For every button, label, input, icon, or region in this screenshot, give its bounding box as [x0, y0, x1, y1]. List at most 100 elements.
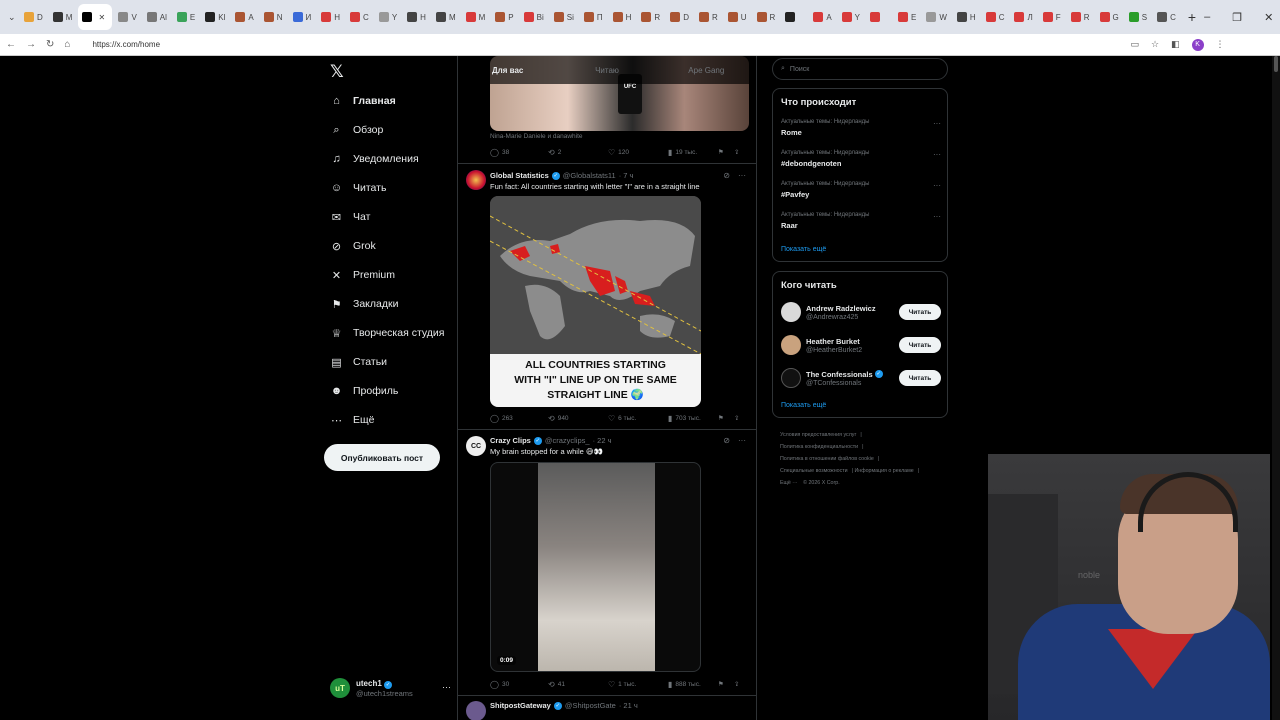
views-button[interactable]: ▮ 19 тыс.	[668, 148, 718, 157]
more-icon[interactable]: ···	[933, 119, 941, 128]
browser-tab[interactable]: M	[432, 4, 460, 30]
browser-tab[interactable]: Л	[1010, 4, 1036, 30]
browser-tab[interactable]: R	[695, 4, 722, 30]
more-icon[interactable]: ···	[933, 181, 941, 190]
share-icon[interactable]: ⇪	[734, 148, 739, 156]
repost-button[interactable]: ⟲ 41	[548, 680, 608, 689]
browser-tab[interactable]: И	[289, 4, 316, 30]
video-player[interactable]: 0:09	[490, 462, 701, 672]
close-window-icon[interactable]: ✕	[1264, 11, 1273, 24]
x-logo-icon[interactable]: 𝕏	[330, 62, 344, 82]
nav-item-11[interactable]: ⋯ Ещё	[330, 412, 374, 428]
menu-icon[interactable]: ⋮	[1216, 39, 1225, 50]
browser-tab[interactable]: E	[894, 4, 920, 30]
forward-icon[interactable]: →	[26, 39, 36, 50]
bookmark-post-icon[interactable]: ⚑	[718, 414, 734, 422]
browser-tab[interactable]	[781, 4, 807, 30]
install-icon[interactable]: ▭	[1130, 39, 1139, 50]
more-icon[interactable]: ···	[442, 682, 451, 692]
reply-button[interactable]: ◯ 263	[490, 414, 548, 423]
author-handle[interactable]: @ShitpostGate	[565, 701, 616, 710]
nav-item-9[interactable]: ▤ Статьи	[330, 354, 387, 370]
browser-tab[interactable]: R	[1067, 4, 1094, 30]
like-button[interactable]: ♡ 1 тыс.	[608, 680, 668, 689]
browser-tab[interactable]: Si	[550, 4, 578, 30]
avatar[interactable]	[466, 170, 486, 190]
like-button[interactable]: ♡ 6 тыс.	[608, 414, 668, 423]
scrollbar-thumb[interactable]	[1274, 56, 1278, 72]
views-button[interactable]: ▮ 888 тыс.	[668, 680, 718, 689]
nav-item-2[interactable]: ♫ Уведомления	[330, 151, 418, 167]
like-button[interactable]: ♡ 120	[608, 148, 668, 157]
views-button[interactable]: ▮ 703 тыс.	[668, 414, 718, 423]
account-switcher[interactable]: uT utech1 ✓ @utech1streams ···	[330, 674, 455, 702]
browser-tab[interactable]: Kl	[201, 4, 229, 30]
search-input[interactable]: ⌕ Поиск	[772, 58, 948, 80]
follow-button[interactable]: Читать	[899, 370, 941, 386]
tab-following[interactable]: Читаю	[557, 56, 656, 84]
browser-tab[interactable]: Y	[375, 4, 401, 30]
follow-button[interactable]: Читать	[899, 337, 941, 353]
browser-tab[interactable]: H	[609, 4, 636, 30]
world-map-image[interactable]: ALL COUNTRIES STARTING WITH "I" LINE UP …	[490, 196, 701, 407]
browser-tab[interactable]: M	[49, 4, 77, 30]
back-icon[interactable]: ←	[6, 39, 16, 50]
browser-tab[interactable]: ✕	[78, 4, 113, 30]
nav-item-7[interactable]: ⚑ Закладки	[330, 296, 399, 312]
browser-tab[interactable]: A	[231, 4, 257, 30]
more-icon[interactable]: ···	[738, 436, 746, 445]
post-button[interactable]: Опубликовать пост	[324, 444, 440, 471]
browser-tab[interactable]: W	[922, 4, 951, 30]
trend-item[interactable]: Актуальные темы: Нидерланды Rome ···	[781, 119, 941, 137]
trend-item[interactable]: Актуальные темы: Нидерланды Raar ···	[781, 212, 941, 230]
post-time[interactable]: · 21 ч	[619, 701, 638, 710]
browser-tab[interactable]: U	[724, 4, 751, 30]
share-icon[interactable]: ⇪	[734, 414, 739, 422]
browser-tab[interactable]: A	[809, 4, 835, 30]
footer-link-more[interactable]: Ещё ···	[780, 480, 798, 486]
trend-item[interactable]: Актуальные темы: Нидерланды #debondgenot…	[781, 150, 941, 168]
more-icon[interactable]: ···	[738, 171, 746, 180]
nav-item-1[interactable]: ⌕ Обзор	[330, 122, 383, 138]
browser-tab[interactable]: П	[580, 4, 607, 30]
bookmark-post-icon[interactable]: ⚑	[718, 680, 734, 688]
browser-tab[interactable]: P	[491, 4, 517, 30]
author-name[interactable]: Global Statistics	[490, 171, 549, 180]
page-scrollbar[interactable]	[1272, 56, 1280, 720]
minimize-icon[interactable]: –	[1204, 11, 1210, 24]
nav-item-10[interactable]: ☻ Профиль	[330, 383, 399, 399]
url-field[interactable]: https://x.com/home	[80, 37, 1120, 53]
footer-link-privacy[interactable]: Политика конфиденциальности	[780, 444, 858, 450]
extensions-icon[interactable]: ◧	[1171, 39, 1180, 50]
new-tab-button[interactable]: +	[1182, 9, 1202, 25]
browser-tab[interactable]: E	[173, 4, 199, 30]
star-icon[interactable]: ☆	[1151, 39, 1159, 50]
browser-tab[interactable]: Y	[838, 4, 864, 30]
browser-tab[interactable]: C	[982, 4, 1009, 30]
grok-icon[interactable]: ⊘	[723, 171, 730, 180]
reload-icon[interactable]: ↻	[46, 39, 54, 50]
nav-item-5[interactable]: ⊘ Grok	[330, 238, 376, 254]
browser-tab[interactable]: C	[346, 4, 373, 30]
repost-button[interactable]: ⟲ 940	[548, 414, 608, 423]
avatar[interactable]	[781, 335, 801, 355]
share-icon[interactable]: ⇪	[734, 680, 739, 688]
footer-link-ads-info[interactable]: Информация о рекламе	[854, 468, 913, 474]
follow-suggestion[interactable]: Andrew Radzlewicz @Andrewraz425 Читать	[781, 300, 941, 324]
nav-item-6[interactable]: ✕ Premium	[330, 267, 395, 283]
home-browser-icon[interactable]: ⌂	[64, 39, 70, 50]
follow-suggestion[interactable]: Heather Burket @HeatherBurket2 Читать	[781, 333, 941, 357]
browser-tab[interactable]: C	[1153, 4, 1180, 30]
browser-tab[interactable]: M	[462, 4, 490, 30]
bookmark-post-icon[interactable]: ⚑	[718, 148, 734, 156]
footer-link-accessibility[interactable]: Специальные возможности	[780, 468, 848, 474]
tab-list-button[interactable]: ⌄	[4, 4, 18, 30]
browser-tab[interactable]: H	[953, 4, 980, 30]
reply-button[interactable]: ◯ 30	[490, 680, 548, 689]
browser-tab[interactable]	[866, 4, 892, 30]
browser-tab[interactable]: D	[20, 4, 47, 30]
profile-avatar[interactable]: K	[1191, 38, 1204, 51]
image-tagged-users[interactable]: Nina-Marie Daniele и danawhite	[490, 133, 583, 140]
author-name[interactable]: ShitpostGateway	[490, 701, 551, 710]
tab-ape-gang[interactable]: Ape Gang	[657, 56, 756, 84]
